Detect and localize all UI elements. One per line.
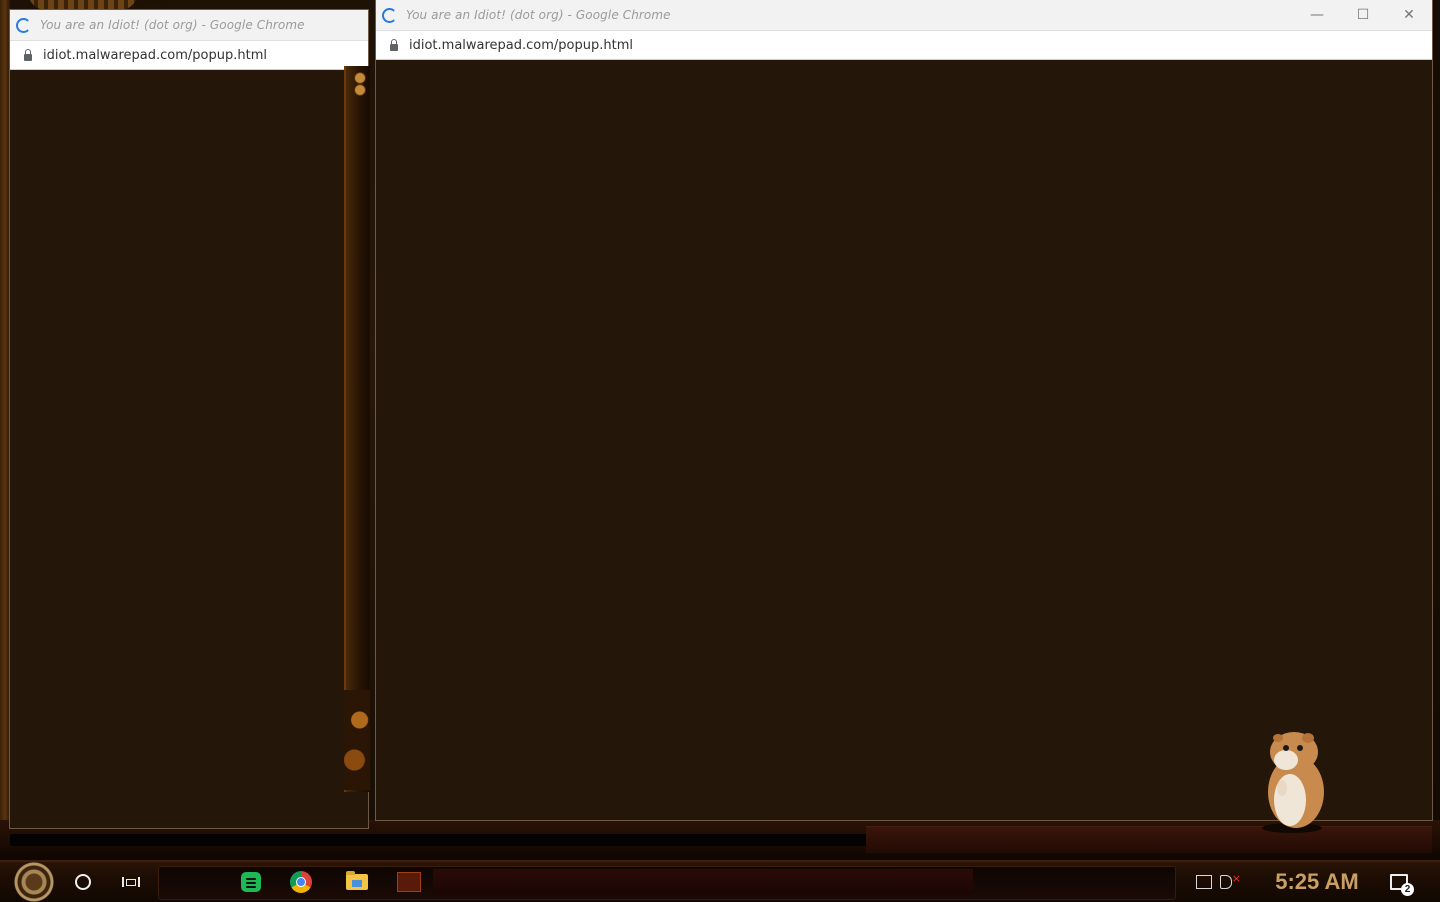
loading-spinner-icon — [382, 7, 397, 23]
page-content — [376, 60, 1432, 820]
taskbar-file-explorer[interactable] — [342, 862, 372, 902]
file-explorer-icon — [346, 871, 368, 890]
rail-knob-icon — [354, 72, 366, 84]
title-bar[interactable]: You are an Idiot! (dot org) - Google Chr… — [10, 10, 368, 41]
taskbar-clock[interactable]: 5:25 AM — [1262, 862, 1372, 902]
chrome-window-right[interactable]: You are an Idiot! (dot org) - Google Chr… — [376, 0, 1432, 820]
notification-icon: 2 — [1390, 874, 1414, 896]
close-button[interactable]: ✕ — [1386, 0, 1432, 30]
url-text[interactable]: idiot.malwarepad.com/popup.html — [43, 48, 267, 63]
lock-icon[interactable] — [24, 48, 32, 61]
address-bar[interactable]: idiot.malwarepad.com/popup.html — [10, 41, 368, 70]
taskbar-chrome[interactable] — [286, 862, 316, 902]
hamster-icon[interactable] — [1252, 730, 1332, 834]
window-title: You are an Idiot! (dot org) - Google Chr… — [40, 18, 305, 32]
start-button[interactable] — [8, 862, 60, 902]
taskbar: 5:25 AM 2 — [0, 860, 1440, 902]
speaker-muted-icon[interactable] — [1220, 872, 1241, 889]
url-text[interactable]: idiot.malwarepad.com/popup.html — [409, 38, 633, 53]
task-view-button[interactable] — [116, 862, 146, 902]
cortana-icon — [75, 874, 91, 890]
rail-knob-icon — [354, 84, 366, 96]
task-view-icon — [122, 877, 140, 887]
loading-spinner-icon — [16, 17, 31, 33]
notification-badge: 2 — [1401, 883, 1414, 896]
desktop-frame-edge — [0, 0, 10, 830]
window-title: You are an Idiot! (dot org) - Google Chr… — [406, 8, 671, 22]
taskbar-spotify[interactable] — [236, 862, 266, 902]
taskbar-app[interactable] — [394, 862, 424, 902]
gear-icon — [14, 862, 54, 902]
chrome-icon — [290, 871, 312, 893]
address-bar[interactable]: idiot.malwarepad.com/popup.html — [376, 31, 1432, 60]
gear-decoration — [28, 0, 138, 10]
minimize-button[interactable]: — — [1294, 0, 1340, 30]
page-content — [10, 70, 368, 828]
lock-icon[interactable] — [390, 38, 398, 51]
gear-rail-decoration — [344, 66, 370, 792]
chrome-window-left[interactable]: You are an Idiot! (dot org) - Google Chr… — [10, 10, 368, 828]
title-bar[interactable]: You are an Idiot! (dot org) - Google Chr… — [376, 0, 1432, 31]
system-tray[interactable] — [1182, 862, 1246, 902]
app-icon — [397, 872, 421, 892]
search-button[interactable] — [68, 862, 98, 902]
maximize-button[interactable]: ☐ — [1340, 0, 1386, 30]
action-center-button[interactable]: 2 — [1384, 862, 1414, 902]
spotify-icon — [241, 872, 261, 892]
gear-cluster-decoration — [344, 690, 370, 790]
network-icon[interactable] — [1196, 875, 1212, 889]
